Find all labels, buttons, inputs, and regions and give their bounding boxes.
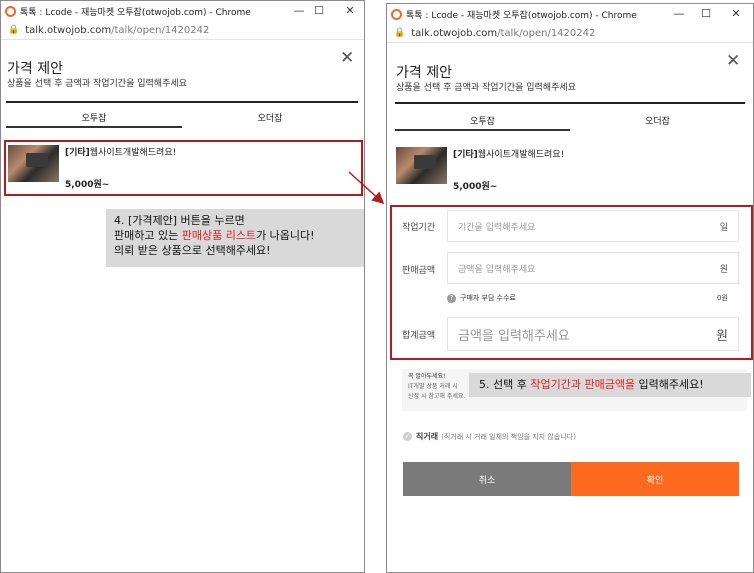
close-window-button[interactable]: ✕	[337, 1, 363, 21]
direct-deal-note: (직거래 시 거래 일체의 책임을 지지 않습니다)	[441, 432, 576, 441]
minimize-button[interactable]: —	[666, 4, 692, 24]
maximize-button[interactable]: ☐	[306, 1, 332, 21]
period-placeholder: 기간을 입력해주세요	[458, 222, 536, 233]
address-bar[interactable]: 🔒 talk.otwojob.com/talk/open/1420242	[1, 21, 364, 40]
window-titlebar: 톡톡 : Lcode - 재능마켓 오투잡(otwojob.com) - Chr…	[387, 4, 753, 24]
product-title: [기타]웹사이트개발해드려요!	[453, 150, 565, 160]
modal-subtitle: 상품을 선택 후 금액과 작업기간을 입력해주세요	[7, 79, 187, 89]
product-item[interactable]: [기타]웹사이트개발해드려요! 5,000원~	[8, 145, 176, 190]
period-row: 작업기간	[402, 220, 446, 233]
callout-line1: 4. [가격제안] 버튼을 누르면	[114, 214, 245, 227]
window-title: 톡톡 : Lcode - 재능마켓 오투잡(otwojob.com) - Chr…	[406, 10, 637, 21]
lock-icon: 🔒	[394, 28, 406, 38]
header-divider	[395, 102, 745, 104]
direct-deal-label: 직거래	[416, 432, 439, 441]
lock-icon: 🔒	[8, 25, 20, 35]
product-price: 5,000원~	[453, 182, 498, 192]
annotation-callout-step4: 4. [가격제안] 버튼을 누르면 판매하고 있는 판매상품 리스트가 나옵니다…	[106, 209, 364, 267]
price-row: 판매금액	[402, 263, 446, 276]
close-modal-icon[interactable]: ✕	[340, 50, 354, 67]
total-placeholder: 금액을 입력해주세요	[458, 328, 570, 344]
period-label: 작업기간	[402, 223, 436, 233]
window-title: 톡톡 : Lcode - 재능마켓 오투잡(otwojob.com) - Chr…	[20, 7, 251, 18]
header-divider	[6, 101, 358, 103]
popup-window-price-form: 톡톡 : Lcode - 재능마켓 오투잡(otwojob.com) - Chr…	[386, 3, 754, 573]
product-title: [기타]웹사이트개발해드려요!	[65, 148, 177, 158]
address-path: /talk/open/1420242	[111, 24, 210, 36]
direct-deal-checkbox[interactable]: ✓ 직거래 (직거래 시 거래 일체의 책임을 지지 않습니다)	[403, 431, 576, 442]
price-label: 판매금액	[402, 266, 436, 276]
period-unit: 일	[719, 222, 728, 233]
selected-product-item[interactable]: [기타]웹사이트개발해드려요! 5,000원~	[396, 147, 564, 192]
tab-otwojob[interactable]: 오투잡	[395, 110, 570, 131]
annotation-arrow	[348, 171, 385, 205]
annotation-callout-step5: 5. 선택 후 작업기간과 판매금액을 입력해주세요!	[469, 373, 751, 397]
talk-app-icon	[5, 5, 16, 17]
total-unit: 원	[716, 328, 728, 344]
callout-line3: 의뢰 받은 상품으로 선택해주세요!	[114, 244, 271, 257]
tab-orderjob[interactable]: 오더잡	[182, 107, 358, 128]
address-host: talk.otwojob.com	[25, 24, 112, 36]
total-row: 합계금액	[402, 328, 446, 341]
check-icon: ✓	[403, 432, 412, 441]
total-label: 합계금액	[402, 331, 436, 341]
tab-bar: 오투잡 오더잡	[395, 110, 745, 131]
address-path: /talk/open/1420242	[497, 27, 596, 39]
fee-label: 구매자 부담 수수료	[460, 294, 516, 302]
product-thumbnail	[8, 145, 59, 182]
address-host: talk.otwojob.com	[411, 27, 498, 39]
talk-app-icon	[391, 8, 402, 20]
modal-title: 가격 제안	[7, 61, 63, 77]
fee-row: ? 구매자 부담 수수료	[447, 293, 516, 303]
confirm-button[interactable]: 확인	[571, 462, 739, 496]
help-icon[interactable]: ?	[447, 293, 456, 303]
tab-bar: 오투잡 오더잡	[6, 107, 358, 128]
fee-value: 0원	[717, 294, 728, 302]
tab-orderjob[interactable]: 오더잡	[570, 110, 745, 131]
price-input[interactable]: 금액을 입력해주세요 원	[447, 252, 739, 284]
close-window-button[interactable]: ✕	[723, 4, 749, 24]
cancel-button[interactable]: 취소	[403, 462, 571, 496]
window-titlebar: 톡톡 : Lcode - 재능마켓 오투잡(otwojob.com) - Chr…	[1, 1, 364, 21]
period-input[interactable]: 기간을 입력해주세요 일	[447, 210, 739, 242]
modal-subtitle: 상품을 선택 후 금액과 작업기간을 입력해주세요	[396, 83, 576, 93]
close-modal-icon[interactable]: ✕	[726, 53, 740, 70]
popup-window-product-list: 톡톡 : Lcode - 재능마켓 오투잡(otwojob.com) - Chr…	[0, 0, 365, 573]
modal-title: 가격 제안	[396, 65, 452, 81]
price-placeholder: 금액을 입력해주세요	[458, 264, 536, 275]
maximize-button[interactable]: ☐	[693, 4, 719, 24]
price-unit: 원	[719, 264, 728, 275]
total-input[interactable]: 금액을 입력해주세요 원	[447, 317, 739, 351]
product-price: 5,000원~	[65, 180, 110, 190]
callout-line2: 판매하고 있는 판매상품 리스트가 나옵니다!	[114, 229, 315, 242]
product-thumbnail	[396, 147, 447, 184]
tab-otwojob[interactable]: 오투잡	[6, 107, 182, 128]
address-bar[interactable]: 🔒 talk.otwojob.com/talk/open/1420242	[387, 24, 753, 43]
